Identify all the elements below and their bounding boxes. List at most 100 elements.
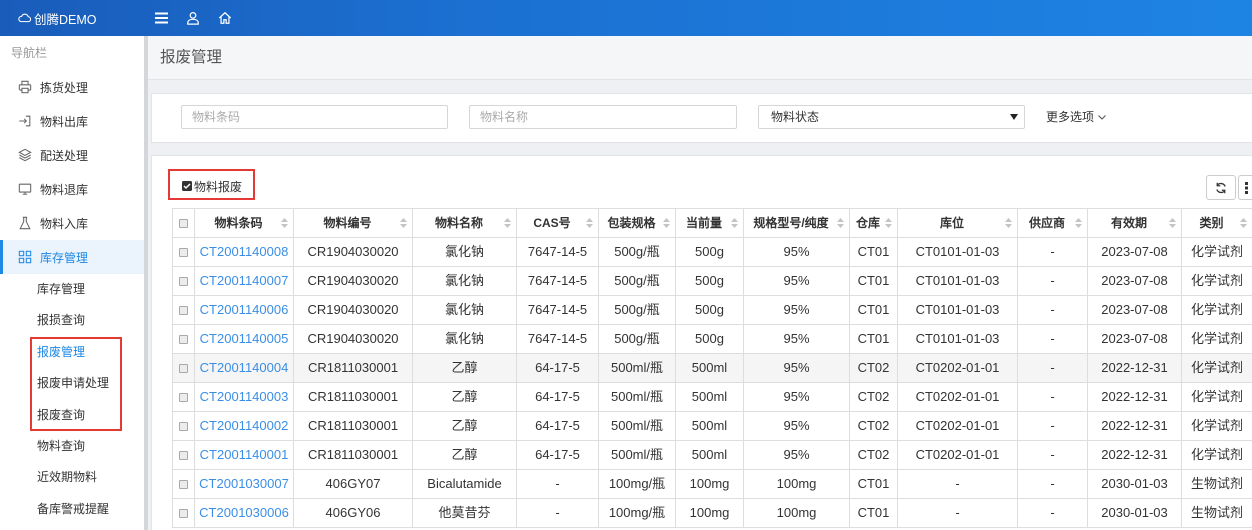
sidebar-subitem-scrap-query[interactable]: 报废查询 — [0, 400, 144, 431]
cell-warehouse: CT01 — [849, 295, 898, 325]
barcode-link[interactable]: CT2001140003 — [200, 389, 289, 404]
cell-category: 生物试剂 — [1181, 498, 1252, 528]
barcode-search-input[interactable] — [181, 105, 448, 129]
row-checkbox[interactable] — [179, 393, 188, 403]
row-checkbox[interactable] — [179, 335, 188, 345]
column-header-expiry-date[interactable]: 有效期 — [1087, 208, 1182, 238]
table-panel: 物料报废 物料条码 物料编号 物料名称 CAS号 包装规格 当前量 规格型号/纯度 仓库 库位 供… — [151, 155, 1252, 530]
cell-package-spec: 500g/瓶 — [598, 295, 676, 325]
sidebar-subitem-loss-query[interactable]: 报损查询 — [0, 305, 144, 336]
row-select-cell — [172, 266, 195, 296]
row-checkbox[interactable] — [179, 509, 188, 519]
app-logo: 创腾DEMO — [18, 0, 97, 36]
barcode-link[interactable]: CT2001140001 — [200, 447, 289, 462]
scrap-material-button[interactable]: 物料报废 — [182, 176, 242, 196]
cell-material-code: CR1811030001 — [293, 382, 413, 412]
table-row[interactable]: CT2001140007 CR1904030020 氯化钠 7647-14-5 500g… — [172, 266, 1252, 296]
cell-barcode: CT2001140005 — [194, 324, 294, 354]
table-header-row: 物料条码 物料编号 物料名称 CAS号 包装规格 当前量 规格型号/纯度 仓库 库位 供应商 有效期… — [172, 208, 1252, 238]
sidebar-item-label: 拣货处理 — [40, 80, 89, 95]
sidebar-subitem-inventory-management[interactable]: 库存管理 — [0, 274, 144, 305]
column-header-label: 有效期 — [1110, 216, 1147, 230]
sidebar-item-picking[interactable]: 拣货处理 — [0, 70, 144, 104]
table-row[interactable]: CT2001140005 CR1904030020 氯化钠 7647-14-5 500g… — [172, 324, 1252, 354]
cell-material-code: CR1904030020 — [293, 266, 413, 296]
table-row[interactable]: CT2001030006 406GY06 他莫昔芬 -100mg/瓶 100mg 100m… — [172, 498, 1252, 528]
material-status-select[interactable]: 物料状态 — [758, 105, 1025, 129]
grid-icon — [18, 250, 32, 264]
user-icon[interactable] — [186, 11, 200, 25]
sidebar-item-delivery[interactable]: 配送处理 — [0, 138, 144, 172]
sidebar-group-inventory[interactable]: 库存管理 — [0, 240, 144, 274]
cell-cas-number: 64-17-5 — [516, 440, 599, 470]
table-row[interactable]: CT2001030007 406GY07 Bicalutamide -100mg/瓶 1… — [172, 469, 1252, 499]
table-row[interactable]: CT2001140008 CR1904030020 氯化钠 7647-14-5 500g… — [172, 237, 1252, 267]
barcode-link[interactable]: CT2001140006 — [200, 302, 289, 317]
table-body: CT2001140008 CR1904030020 氯化钠 7647-14-5 500g… — [172, 237, 1252, 528]
sort-icon — [400, 218, 407, 228]
table-row[interactable]: CT2001140006 CR1904030020 氯化钠 7647-14-5 500g… — [172, 295, 1252, 325]
barcode-link[interactable]: CT2001030006 — [199, 505, 289, 520]
cell-storage-location: CT0101-01-03 — [897, 266, 1018, 296]
sidebar-subitem-stock-alert[interactable]: 备库警戒提醒 — [0, 494, 144, 525]
table-row[interactable]: CT2001140003 CR1811030001 乙醇 64-17-5 500ml/瓶… — [172, 382, 1252, 412]
more-options-label: 更多选项 — [1046, 110, 1095, 124]
cell-expiry-date: 2023-07-08 — [1087, 266, 1182, 296]
table-row[interactable]: CT2001140001 CR1811030001 乙醇 64-17-5 500ml/瓶… — [172, 440, 1252, 470]
column-header-storage-location[interactable]: 库位 — [897, 208, 1018, 238]
sidebar-subitem-scrap-management[interactable]: 报废管理 — [0, 337, 144, 368]
table-row[interactable]: CT2001140002 CR1811030001 乙醇 64-17-5 500ml/瓶… — [172, 411, 1252, 441]
barcode-link[interactable]: CT2001140005 — [200, 331, 289, 346]
home-icon[interactable] — [218, 11, 232, 25]
barcode-link[interactable]: CT2001140002 — [200, 418, 289, 433]
sort-icon — [663, 218, 670, 228]
cell-category: 生物试剂 — [1181, 469, 1252, 499]
barcode-link[interactable]: CT2001140008 — [200, 244, 289, 259]
row-checkbox[interactable] — [179, 451, 188, 461]
sidebar-scrollbar[interactable] — [144, 36, 148, 530]
cell-barcode: CT2001140007 — [194, 266, 294, 296]
sign-out-icon — [19, 115, 31, 127]
row-checkbox[interactable] — [179, 248, 188, 258]
table-row[interactable]: CT2001140004 CR1811030001 乙醇 64-17-5 500ml/瓶… — [172, 353, 1252, 383]
sidebar-subitem-scrap-request[interactable]: 报废申请处理 — [0, 368, 144, 399]
column-header-material-code[interactable]: 物料编号 — [293, 208, 413, 238]
column-header-supplier[interactable]: 供应商 — [1017, 208, 1088, 238]
column-header-material-name[interactable]: 物料名称 — [412, 208, 517, 238]
sidebar-subitem-near-expiry[interactable]: 近效期物料 — [0, 462, 144, 493]
row-checkbox[interactable] — [179, 364, 188, 374]
columns-button[interactable] — [1238, 175, 1252, 200]
cell-package-spec: 500ml/瓶 — [598, 411, 676, 441]
cell-current-quantity: 500g — [675, 266, 744, 296]
sidebar: 导航栏 拣货处理 物料出库 配送处理 物料退库 物料入库 库存管理 库存管理 报… — [0, 36, 144, 530]
row-checkbox[interactable] — [179, 277, 188, 287]
sidebar-item-return[interactable]: 物料退库 — [0, 172, 144, 206]
sidebar-subitem-material-query[interactable]: 物料查询 — [0, 431, 144, 462]
column-header-spec-purity[interactable]: 规格型号/纯度 — [743, 208, 850, 238]
column-header-package-spec[interactable]: 包装规格 — [598, 208, 676, 238]
cell-expiry-date: 2023-07-08 — [1087, 237, 1182, 267]
column-header-barcode[interactable]: 物料条码 — [194, 208, 294, 238]
column-header-warehouse[interactable]: 仓库 — [849, 208, 898, 238]
column-header-cas-number[interactable]: CAS号 — [516, 208, 599, 238]
check-square-icon — [182, 181, 192, 191]
barcode-link[interactable]: CT2001140004 — [200, 360, 289, 375]
row-checkbox[interactable] — [179, 480, 188, 490]
more-options-toggle[interactable]: 更多选项 — [1046, 105, 1106, 129]
menu-icon[interactable] — [155, 12, 168, 24]
row-checkbox[interactable] — [179, 306, 188, 316]
refresh-icon — [1216, 182, 1226, 193]
cell-category: 化学试剂 — [1181, 266, 1252, 296]
row-checkbox[interactable] — [179, 422, 188, 432]
material-name-search-input[interactable] — [469, 105, 737, 129]
column-header-label: 规格型号/纯度 — [753, 216, 829, 230]
column-header-label: 物料名称 — [434, 216, 483, 230]
refresh-button[interactable] — [1206, 175, 1236, 200]
sidebar-item-inbound[interactable]: 物料入库 — [0, 206, 144, 240]
select-all-checkbox[interactable] — [179, 219, 188, 229]
barcode-link[interactable]: CT2001030007 — [199, 476, 289, 491]
column-header-category[interactable]: 类别 — [1181, 208, 1252, 238]
sidebar-item-outbound[interactable]: 物料出库 — [0, 104, 144, 138]
column-header-current-quantity[interactable]: 当前量 — [675, 208, 744, 238]
barcode-link[interactable]: CT2001140007 — [200, 273, 289, 288]
